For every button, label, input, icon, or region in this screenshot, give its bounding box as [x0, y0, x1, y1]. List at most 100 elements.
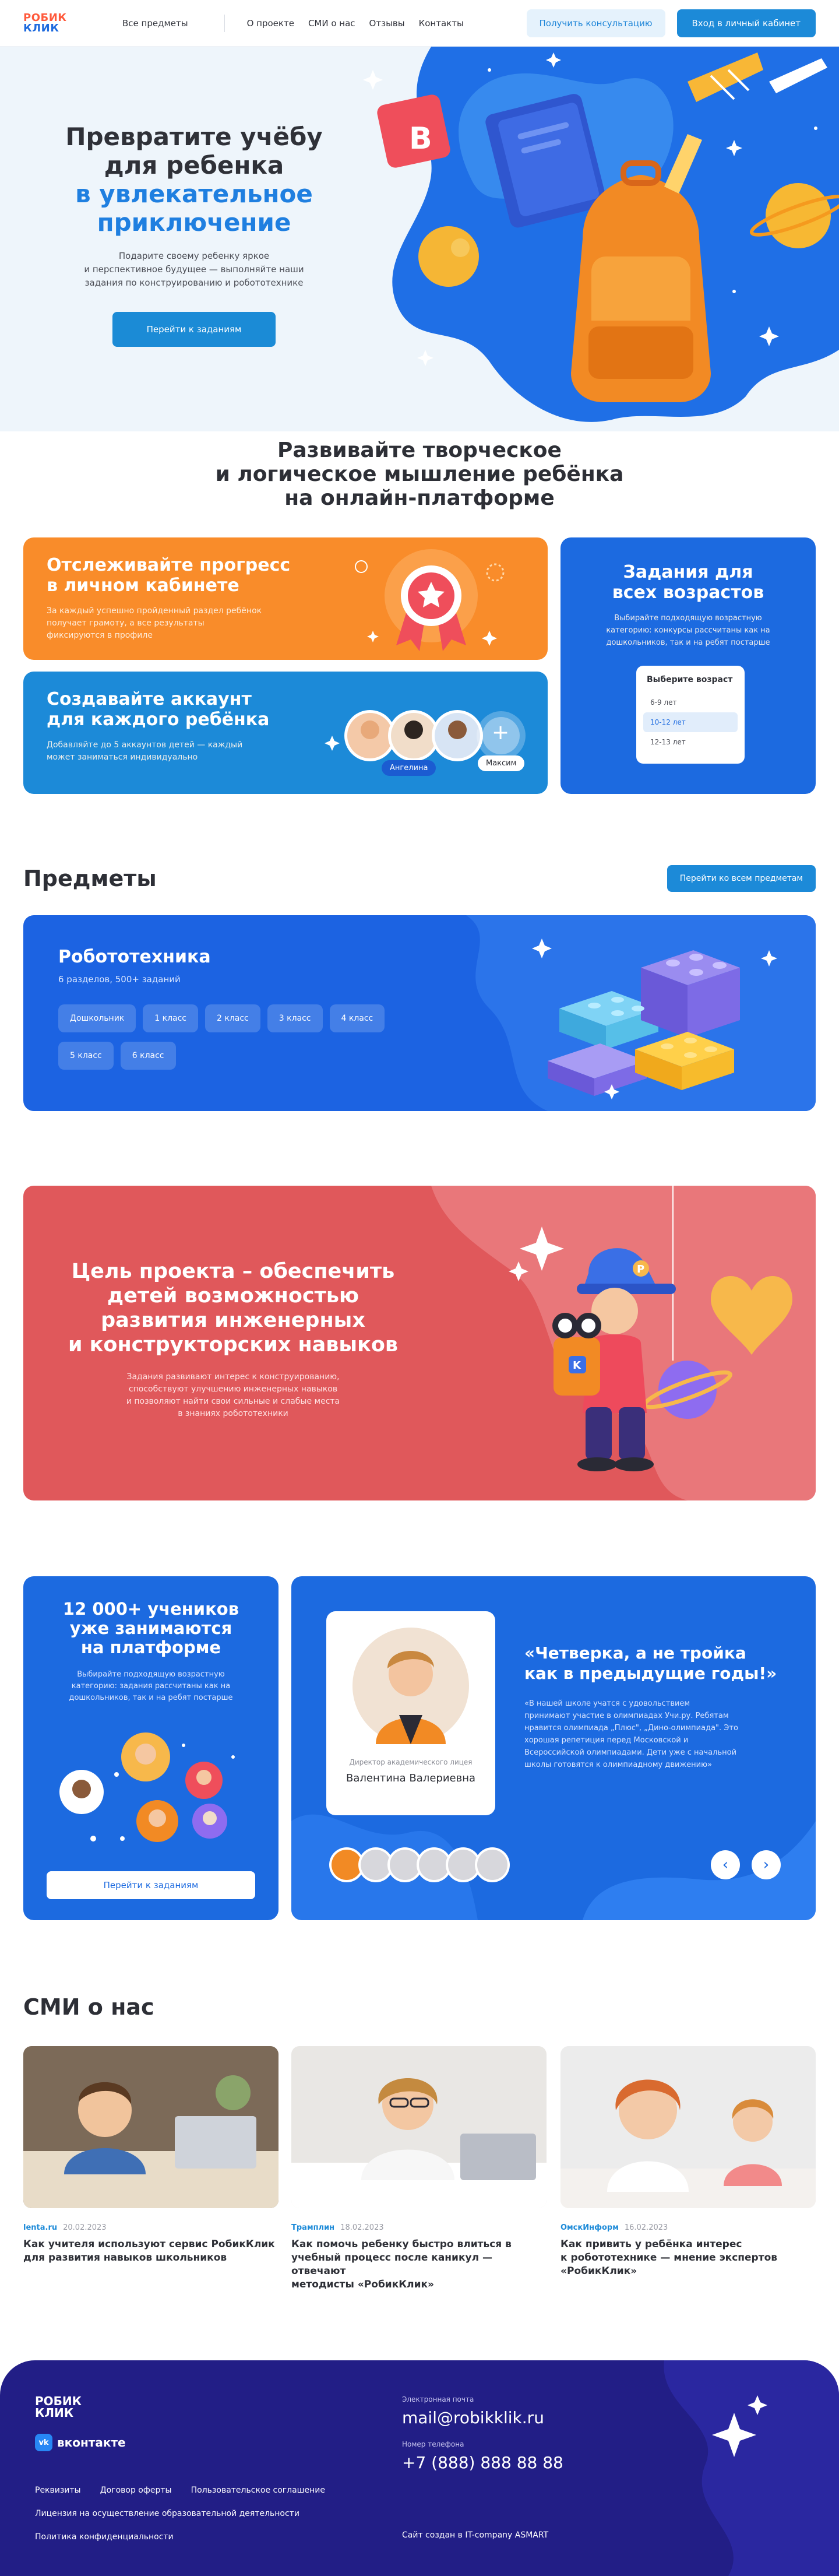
press-item[interactable]: lenta.ru 20.02.2023 Как учителя использую… — [23, 2046, 279, 2265]
all-subjects-button[interactable]: Перейти ко всем предметам — [667, 865, 816, 892]
hero-title-accent: в увлекательное — [75, 180, 313, 208]
footer-logo[interactable]: РОБИК КЛИК — [35, 2395, 82, 2419]
press-image — [23, 2046, 279, 2208]
robot-letter: K — [573, 1359, 581, 1372]
account-title: Создавайте аккаунт для каждого ребёнка — [47, 689, 303, 730]
nav-about[interactable]: О проекте — [247, 18, 294, 29]
nav-reviews[interactable]: Отзывы — [369, 18, 405, 29]
phone-label: Номер телефона — [402, 2440, 464, 2448]
age-option-selected[interactable]: 10-12 лет — [643, 712, 738, 732]
press-source[interactable]: lenta.ru — [23, 2223, 57, 2232]
grade-chip[interactable]: 5 класс — [58, 1042, 114, 1070]
students-avatars — [59, 1732, 235, 1842]
footer-link-requisites[interactable]: Реквизиты — [35, 2486, 81, 2495]
subjects-title: Предметы — [23, 866, 157, 891]
consult-button[interactable]: Получить консультацию — [526, 9, 665, 37]
nav-contacts[interactable]: Контакты — [419, 18, 464, 29]
login-button[interactable]: Вход в личный кабинет — [676, 9, 816, 37]
grade-chip[interactable]: 2 класс — [205, 1004, 260, 1032]
vk-link[interactable]: vk вконтакте — [35, 2434, 126, 2451]
press-source[interactable]: Трамплин — [291, 2223, 334, 2232]
ages-card: Задания для всех возрастов Выбирайте под… — [560, 537, 816, 794]
press-headline-line: методисты «РобикКлик» — [291, 2279, 435, 2290]
progress-card: Отслеживайте прогресс в личном кабинете … — [23, 537, 548, 660]
nav-all-subjects[interactable]: Все предметы — [122, 18, 188, 29]
age-option[interactable]: 6-9 лет — [643, 693, 738, 712]
stats-cta-button[interactable]: Перейти к заданиям — [47, 1871, 255, 1899]
ages-title: Задания для всех возрастов — [560, 562, 816, 603]
review-text-line: Всероссийской олимпиадами. Дети уже с на… — [524, 1748, 737, 1757]
grade-chip[interactable]: 4 класс — [329, 1004, 385, 1032]
review-title-line: «Четверка, а не тройка — [524, 1643, 746, 1663]
hero-illustration: B — [363, 47, 839, 422]
logo-line-1: РОБИК — [23, 11, 67, 24]
goal-title-line: Цель проекта – обеспечить — [71, 1260, 395, 1283]
ages-text-line: Выбирайте подходящую возрастную — [614, 614, 762, 623]
footer-link-license[interactable]: Лицензия на осуществление образовательно… — [35, 2509, 299, 2518]
prev-arrow-icon[interactable]: ‹ — [711, 1850, 740, 1879]
footer-link-offer[interactable]: Договор оферты — [100, 2486, 172, 2495]
grade-chip[interactable]: 3 класс — [267, 1004, 323, 1032]
footer-link-agreement[interactable]: Пользовательское соглашение — [191, 2486, 325, 2495]
press-headline-line: «РобикКлик» — [560, 2265, 637, 2277]
press-item[interactable]: ОмскИнформ 16.02.2023 Как привить у ребён… — [560, 2046, 816, 2278]
goal-title: Цель проекта – обеспечить детей возможно… — [58, 1259, 408, 1357]
vk-label: вконтакте — [57, 2436, 126, 2450]
avatars-group: + Ангелина Максим — [315, 695, 536, 782]
press-item[interactable]: Трамплин 18.02.2023 Как помочь ребенку бы… — [291, 2046, 547, 2292]
footer-link-privacy[interactable]: Политика конфиденциальности — [35, 2532, 174, 2542]
phone-link[interactable]: +7 (888) 888 88 88 — [402, 2453, 563, 2472]
page: РОБИК КЛИК Все предметы О проекте СМИ о … — [0, 0, 839, 2576]
next-arrow-icon[interactable]: › — [752, 1850, 781, 1879]
grade-chip[interactable]: Дошкольник — [58, 1004, 136, 1032]
footer-logo-line-2: КЛИК — [35, 2406, 74, 2420]
logo[interactable]: РОБИК КЛИК — [23, 10, 78, 36]
review-text-line: нравится олимпиада „Плюс", „Дино-олимпиа… — [524, 1724, 738, 1732]
subject-card-robotics[interactable]: Робототехника 6 разделов, 500+ заданий Д… — [23, 915, 816, 1111]
hero-title-accent: приключение — [97, 208, 291, 237]
account-title-line: для каждого ребёнка — [47, 709, 270, 730]
teacher-card: Директор академического лицея Валентина … — [326, 1611, 495, 1815]
stats-text-line: дошкольников, так и на ребят постарше — [69, 1693, 233, 1702]
progress-text-line: фиксируются в профиле — [47, 631, 153, 640]
press-headline[interactable]: Как помочь ребенку быстро влиться в учеб… — [291, 2238, 547, 2292]
add-child-icon[interactable]: + — [492, 721, 509, 744]
press-headline-line: учебный процесс после каникул — отвечают — [291, 2252, 492, 2277]
hero-title-line: для ребенка — [104, 151, 284, 180]
grade-chips: Дошкольник 1 класс 2 класс 3 класс 4 класс 5… — [58, 1004, 408, 1079]
progress-text-line: получает грамоту, а все результаты — [47, 618, 205, 628]
ages-text-line: категорию: конкурсы рассчитаны как на — [606, 626, 770, 635]
footer-links-privacy: Политика конфиденциальности — [35, 2531, 190, 2542]
vk-icon: vk — [35, 2434, 52, 2451]
hero-cta-button[interactable]: Перейти к заданиям — [112, 312, 276, 347]
footer-links-license: Лицензия на осуществление образовательно… — [35, 2507, 316, 2518]
goal-text-line: Задания развивают интерес к конструирова… — [126, 1372, 340, 1382]
made-by-link[interactable]: Сайт создан в IT-company ASMART — [402, 2531, 548, 2540]
boy-with-robot-illustration: P K — [509, 1227, 792, 1471]
hero-sub-line: и перспективное будущее — выполняйте наш… — [84, 264, 304, 275]
press-headline[interactable]: Как учителя используют сервис РобикКлик … — [23, 2238, 279, 2265]
press-headline-line: к робототехнике — мнение экспертов — [560, 2252, 777, 2264]
nav-divider — [224, 14, 225, 32]
press-date: 16.02.2023 — [624, 2223, 668, 2232]
grade-chip[interactable]: 6 класс — [120, 1042, 176, 1070]
lego-bricks-illustration — [532, 939, 777, 1099]
age-select[interactable]: Выберите возраст 6-9 лет 10-12 лет 12-13… — [636, 666, 745, 764]
hero-text: Превратите учёбу для ребенка в увлекател… — [63, 122, 325, 347]
nav-press[interactable]: СМИ о нас — [308, 18, 355, 29]
hero: Превратите учёбу для ребенка в увлекател… — [0, 47, 839, 483]
age-option[interactable]: 12-13 лет — [643, 732, 738, 752]
press-headline[interactable]: Как привить у ребёнка интерес к робототе… — [560, 2238, 816, 2278]
goal-text-block: Цель проекта – обеспечить детей возможно… — [58, 1259, 408, 1420]
stats-title-line: уже занимаются — [69, 1618, 232, 1638]
ages-title-line: Задания для — [623, 562, 753, 582]
grade-chip[interactable]: 1 класс — [143, 1004, 198, 1032]
email-link[interactable]: mail@robikklik.ru — [402, 2408, 563, 2427]
press-source[interactable]: ОмскИнформ — [560, 2223, 619, 2232]
hero-title: Превратите учёбу для ребенка в увлекател… — [63, 122, 325, 237]
stats-title-line: на платформе — [80, 1637, 221, 1657]
block-letter: B — [409, 121, 432, 156]
press-headline-line: Как помочь ребенку быстро влиться в — [291, 2238, 512, 2250]
press-image — [560, 2046, 816, 2208]
hero-title-line: Превратите учёбу — [65, 122, 323, 151]
